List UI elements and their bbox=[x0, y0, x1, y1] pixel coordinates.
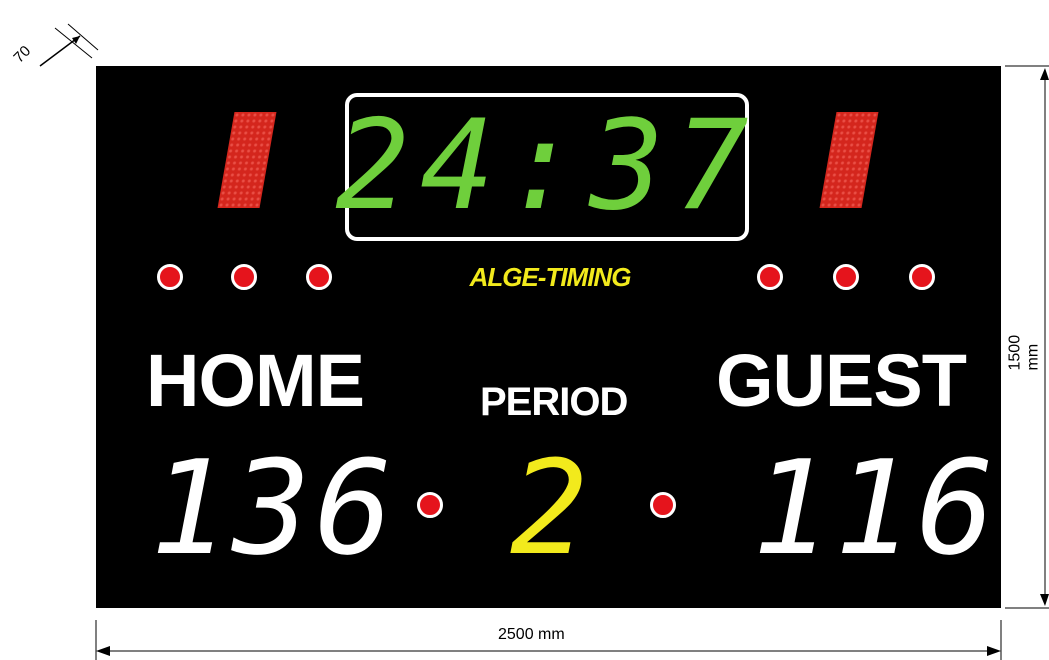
home-serve-lamp bbox=[417, 492, 443, 518]
home-foul-lamp-2 bbox=[231, 264, 257, 290]
width-dimension-label: 2500 mm bbox=[498, 626, 565, 643]
period-label: PERIOD bbox=[480, 380, 628, 424]
guest-foul-lamp-3 bbox=[909, 264, 935, 290]
guest-foul-lamp-2 bbox=[833, 264, 859, 290]
guest-label: GUEST bbox=[716, 339, 967, 422]
game-clock: 24:37 bbox=[335, 94, 759, 238]
home-label: HOME bbox=[146, 339, 365, 422]
guest-foul-lamp-1 bbox=[757, 264, 783, 290]
home-foul-lamp-1 bbox=[157, 264, 183, 290]
guest-serve-lamp bbox=[650, 492, 676, 518]
home-foul-lamp-3 bbox=[306, 264, 332, 290]
brand-logo: ALGE-TIMING bbox=[469, 262, 632, 292]
guest-score: 116 bbox=[752, 432, 999, 584]
period-value: 2 bbox=[510, 432, 593, 584]
height-dimension-label: 1500 mm bbox=[1006, 334, 1042, 371]
home-score: 136 bbox=[150, 432, 397, 584]
